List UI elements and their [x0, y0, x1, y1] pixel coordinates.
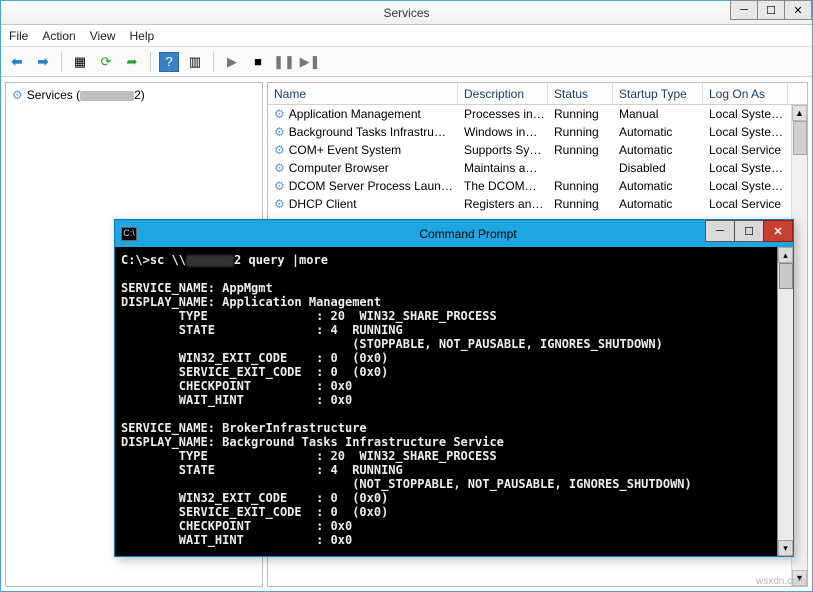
service-startup: Automatic [613, 195, 703, 213]
cmd-close[interactable]: ✕ [763, 220, 793, 242]
command-prompt-output[interactable]: C:\>sc \\2 query |more SERVICE_NAME: App… [115, 247, 777, 556]
service-desc: Windows in… [458, 123, 548, 141]
service-status: Running [548, 141, 613, 159]
scroll-up-icon[interactable]: ▲ [792, 105, 807, 121]
services-list[interactable]: ⚙Application ManagementProcesses in…Runn… [268, 105, 807, 213]
cmd-scroll-down-icon[interactable]: ▾ [778, 540, 793, 556]
service-icon: ⚙ [274, 125, 285, 139]
service-name: Application Management [289, 107, 421, 121]
restart-service-icon[interactable]: ▶❚ [300, 52, 320, 72]
toolbar-separator [213, 52, 214, 72]
service-desc: The DCOM… [458, 177, 548, 195]
command-prompt-title: Command Prompt [143, 227, 793, 241]
window-title: Services [1, 6, 812, 20]
export-list-icon[interactable]: ➦ [122, 52, 142, 72]
service-row[interactable]: ⚙ DCOM Server Process Laun… The DCOM…Runni… [268, 177, 807, 195]
list-header: Name Description Status Startup Type Log… [268, 83, 807, 105]
tree-root-prefix: Services ( [27, 88, 80, 102]
window-controls: ─ ☐ ✕ [731, 0, 812, 20]
service-row[interactable]: ⚙ COM+ Event System Supports Sy…RunningAut… [268, 141, 807, 159]
scroll-thumb[interactable] [793, 121, 807, 155]
col-header-logon[interactable]: Log On As [703, 83, 788, 104]
toolbar-separator [61, 52, 62, 72]
service-logon: Local Syste… [703, 123, 788, 141]
cmd-scroll-up-icon[interactable]: ▴ [778, 247, 793, 263]
window-maximize[interactable]: ☐ [757, 0, 785, 20]
tree-root-label: Services ( 2) [27, 88, 145, 102]
service-desc: Supports Sy… [458, 141, 548, 159]
service-desc: Registers an… [458, 195, 548, 213]
refresh-icon[interactable]: ⟳ [96, 52, 116, 72]
service-icon: ⚙ [274, 107, 285, 121]
cmd-scrollbar[interactable]: ▴ ▾ [777, 247, 793, 556]
forward-button[interactable]: ➡ [33, 52, 53, 72]
service-logon: Local Syste… [703, 105, 788, 123]
service-icon: ⚙ [274, 143, 285, 157]
service-row[interactable]: ⚙ DHCP Client Registers an…RunningAutomati… [268, 195, 807, 213]
stop-service-icon[interactable]: ■ [248, 52, 268, 72]
service-logon: Local Service [703, 195, 788, 213]
menu-view[interactable]: View [90, 29, 116, 43]
service-startup: Automatic [613, 141, 703, 159]
service-status: Running [548, 195, 613, 213]
service-status: Running [548, 123, 613, 141]
back-button[interactable]: ⬅ [7, 52, 27, 72]
service-status [548, 159, 613, 177]
service-startup: Manual [613, 105, 703, 123]
menu-file[interactable]: File [9, 29, 28, 43]
service-name: DHCP Client [289, 197, 357, 211]
help-icon[interactable]: ? [159, 52, 179, 72]
properties-icon[interactable]: ▥ [185, 52, 205, 72]
command-prompt-window: C:\ Command Prompt ─ ☐ ✕ C:\>sc \\2 quer… [114, 219, 794, 557]
service-icon: ⚙ [274, 197, 285, 211]
col-header-status[interactable]: Status [548, 83, 613, 104]
toolbar: ⬅ ➡ ▦ ⟳ ➦ ? ▥ ▶ ■ ❚❚ ▶❚ [1, 47, 812, 77]
service-status: Running [548, 177, 613, 195]
col-header-startup[interactable]: Startup Type [613, 83, 703, 104]
service-icon: ⚙ [274, 179, 285, 193]
col-header-desc[interactable]: Description [458, 83, 548, 104]
toolbar-separator [150, 52, 151, 72]
service-startup: Automatic [613, 123, 703, 141]
cmd-minimize[interactable]: ─ [705, 220, 735, 242]
service-name: Computer Browser [289, 161, 389, 175]
menu-help[interactable]: Help [130, 29, 155, 43]
menu-action[interactable]: Action [42, 29, 75, 43]
show-hide-tree-icon[interactable]: ▦ [70, 52, 90, 72]
window-close[interactable]: ✕ [784, 0, 812, 20]
service-icon: ⚙ [274, 161, 285, 175]
services-titlebar: Services ─ ☐ ✕ [1, 1, 812, 25]
service-logon: Local Syste… [703, 177, 788, 195]
service-name: DCOM Server Process Laun… [289, 179, 453, 193]
watermark: wsxdn.com [756, 576, 806, 587]
service-status: Running [548, 105, 613, 123]
command-prompt-controls: ─ ☐ ✕ [706, 220, 793, 242]
service-row[interactable]: ⚙ Computer Browser Maintains a… DisabledLoc… [268, 159, 807, 177]
service-logon: Local Syste… [703, 159, 788, 177]
service-desc: Maintains a… [458, 159, 548, 177]
service-startup: Disabled [613, 159, 703, 177]
service-row[interactable]: ⚙ Application Management Processes in…Runn… [268, 105, 807, 123]
tree-root-suffix: 2) [134, 88, 145, 102]
service-name: Background Tasks Infrastru… [289, 125, 446, 139]
service-startup: Automatic [613, 177, 703, 195]
window-minimize[interactable]: ─ [730, 0, 758, 20]
menubar: File Action View Help [1, 25, 812, 47]
service-logon: Local Service [703, 141, 788, 159]
tree-root-services[interactable]: ⚙ Services ( 2) [10, 87, 258, 103]
service-name: COM+ Event System [289, 143, 401, 157]
pause-service-icon[interactable]: ❚❚ [274, 52, 294, 72]
service-desc: Processes in… [458, 105, 548, 123]
cmd-scroll-thumb[interactable] [779, 263, 793, 289]
cmd-maximize[interactable]: ☐ [734, 220, 764, 242]
command-prompt-titlebar[interactable]: C:\ Command Prompt ─ ☐ ✕ [115, 220, 793, 247]
cmd-icon: C:\ [121, 227, 137, 241]
redacted-hostname [80, 91, 134, 101]
start-service-icon[interactable]: ▶ [222, 52, 242, 72]
service-row[interactable]: ⚙ Background Tasks Infrastru… Windows in…R… [268, 123, 807, 141]
services-icon: ⚙ [12, 88, 23, 102]
col-header-name[interactable]: Name [268, 83, 458, 104]
